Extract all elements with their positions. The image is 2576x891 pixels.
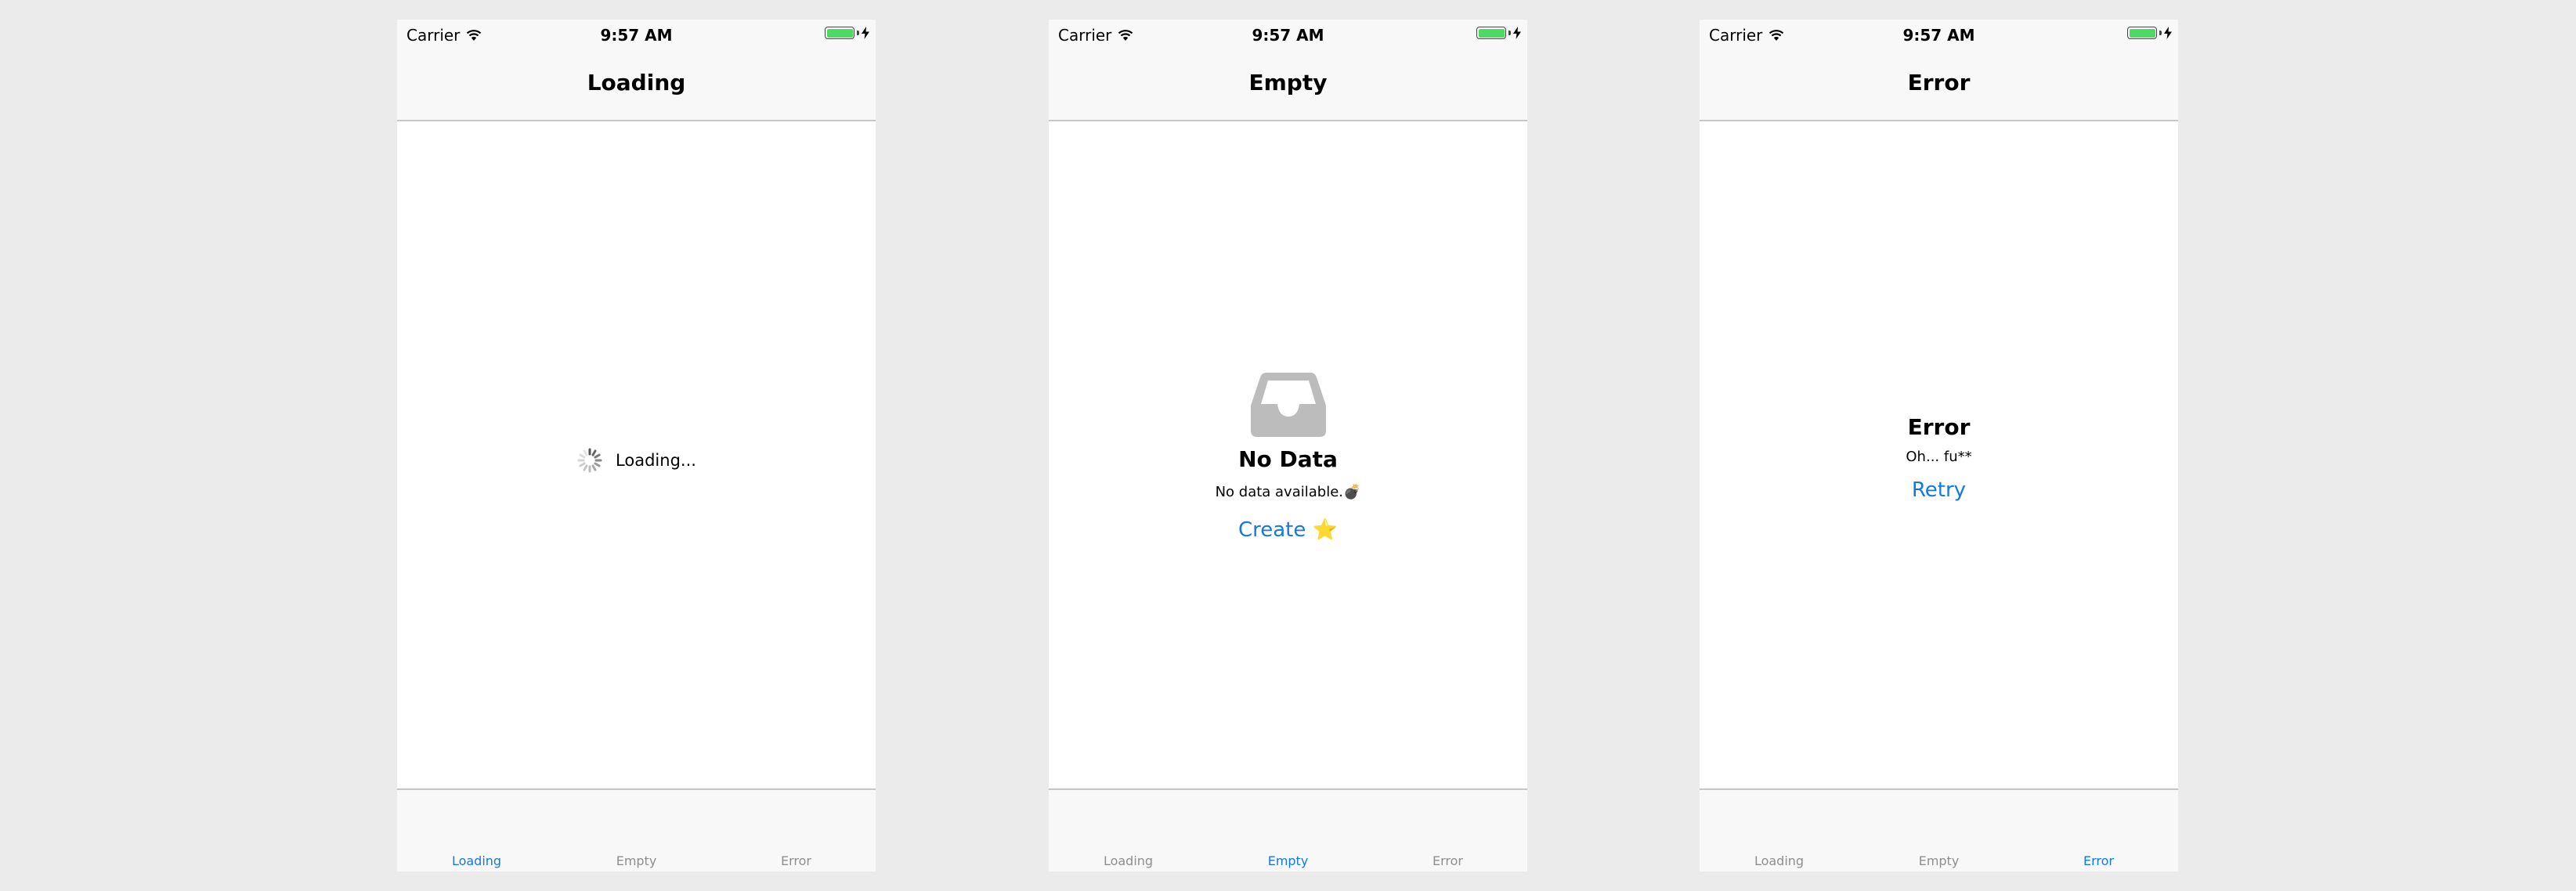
tab-error[interactable]: Error bbox=[1368, 853, 1527, 870]
content-area: No Data No data available.💣 Create ⭐️ bbox=[1049, 121, 1527, 788]
tab-bar: Loading Empty Error bbox=[1049, 788, 1527, 871]
page-title: Empty bbox=[1248, 70, 1328, 96]
retry-button[interactable]: Retry bbox=[1912, 477, 1966, 503]
empty-state: No Data No data available.💣 Create ⭐️ bbox=[1049, 373, 1527, 543]
inbox-tray-icon bbox=[1250, 373, 1326, 437]
tab-loading[interactable]: Loading bbox=[397, 853, 556, 870]
status-time: 9:57 AM bbox=[1252, 26, 1324, 45]
battery-icon bbox=[2127, 27, 2157, 39]
battery-indicator bbox=[1476, 27, 1521, 39]
loading-label: Loading... bbox=[616, 451, 696, 470]
status-bar: Carrier 9:57 AM bbox=[1700, 20, 2178, 52]
error-description: Oh... fu** bbox=[1906, 449, 1972, 465]
battery-fill bbox=[1478, 28, 1505, 38]
page-title: Loading bbox=[587, 70, 686, 96]
status-bar: Carrier 9:57 AM bbox=[397, 20, 876, 52]
tab-loading[interactable]: Loading bbox=[1049, 853, 1208, 870]
activity-spinner-icon bbox=[576, 447, 603, 474]
battery-icon bbox=[825, 27, 854, 39]
empty-description: No data available.💣 bbox=[1215, 484, 1361, 500]
charging-bolt-icon bbox=[2164, 27, 2172, 39]
navigation-bar: Error bbox=[1700, 52, 2178, 121]
tab-empty[interactable]: Empty bbox=[1209, 853, 1367, 870]
content-area: Error Oh... fu** Retry bbox=[1700, 121, 2178, 788]
phone-screen-empty: Carrier 9:57 AM Empty No Data No data av… bbox=[1049, 20, 1527, 871]
tab-bar: Loading Empty Error bbox=[397, 788, 876, 871]
navigation-bar: Empty bbox=[1049, 52, 1527, 121]
charging-bolt-icon bbox=[1513, 27, 1521, 39]
battery-indicator bbox=[825, 27, 869, 39]
page-title: Error bbox=[1907, 70, 1971, 96]
phone-screen-error: Carrier 9:57 AM Error Error Oh... fu** R… bbox=[1700, 20, 2178, 871]
status-time: 9:57 AM bbox=[1902, 26, 1975, 45]
tab-error[interactable]: Error bbox=[2019, 853, 2178, 870]
phone-screen-loading: Carrier 9:57 AM Loading Loading... Loadi… bbox=[397, 20, 876, 871]
error-title: Error bbox=[1907, 414, 1971, 440]
empty-title: No Data bbox=[1238, 446, 1338, 472]
battery-fill bbox=[826, 28, 853, 38]
create-button[interactable]: Create ⭐️ bbox=[1238, 517, 1338, 543]
status-time: 9:57 AM bbox=[600, 26, 673, 45]
error-state: Error Oh... fu** Retry bbox=[1700, 408, 2178, 503]
status-bar: Carrier 9:57 AM bbox=[1049, 20, 1527, 52]
tab-error[interactable]: Error bbox=[717, 853, 876, 870]
battery-tip bbox=[2159, 31, 2162, 35]
charging-bolt-icon bbox=[862, 27, 869, 39]
tab-empty[interactable]: Empty bbox=[1859, 853, 2018, 870]
battery-indicator bbox=[2127, 27, 2172, 39]
battery-fill bbox=[2129, 28, 2155, 38]
tab-loading[interactable]: Loading bbox=[1700, 853, 1859, 870]
content-area: Loading... bbox=[397, 121, 876, 788]
navigation-bar: Loading bbox=[397, 52, 876, 121]
loading-state: Loading... bbox=[397, 447, 876, 474]
tab-bar: Loading Empty Error bbox=[1700, 788, 2178, 871]
battery-tip bbox=[857, 31, 859, 35]
battery-tip bbox=[1508, 31, 1511, 35]
tab-empty[interactable]: Empty bbox=[557, 853, 716, 870]
battery-icon bbox=[1476, 27, 1506, 39]
